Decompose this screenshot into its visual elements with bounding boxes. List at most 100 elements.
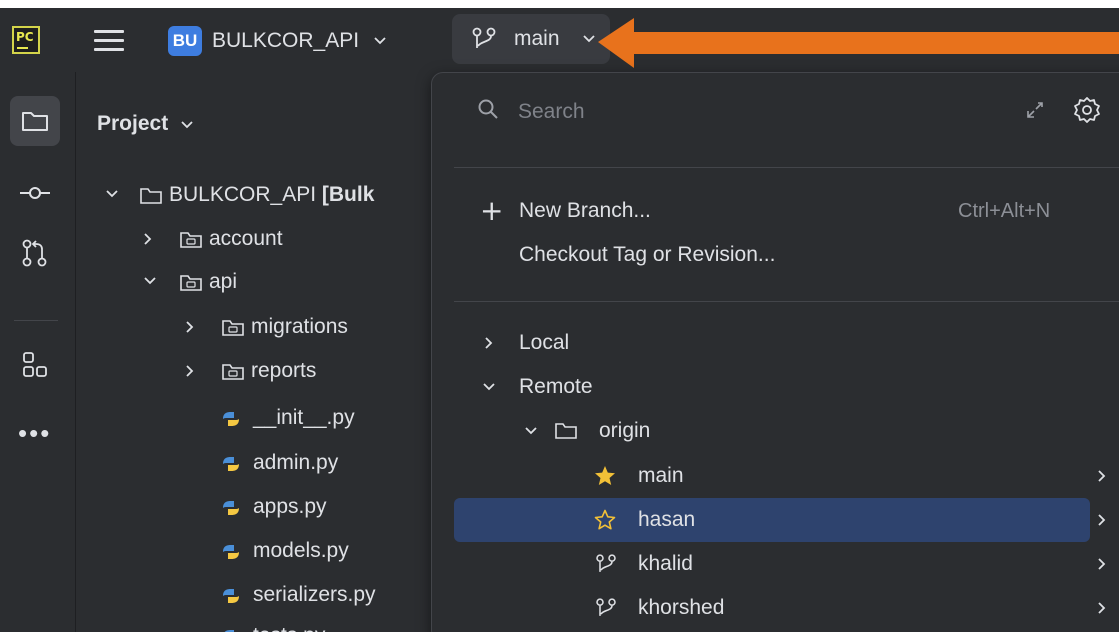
chevron-down-icon <box>181 121 193 129</box>
pull-requests-tool-button[interactable] <box>10 228 60 278</box>
folder-icon <box>22 112 48 131</box>
folder-icon <box>555 423 577 439</box>
python-file-icon <box>223 457 239 471</box>
tree-row-migrations[interactable]: migrations <box>185 312 445 342</box>
tree-row-file[interactable]: serializers.py <box>219 580 445 610</box>
commit-tool-button[interactable] <box>10 168 60 218</box>
pull-requests-icon <box>22 239 47 267</box>
tree-label: __init__.py <box>253 406 355 429</box>
tree-label: BULKCOR_API [Bulk <box>169 183 375 206</box>
branches-popup: + New Branch... Ctrl+Alt+N Checkout Tag … <box>431 72 1119 632</box>
current-branch-label: main <box>514 27 560 50</box>
chevron-down-icon <box>106 190 118 198</box>
origin-remote-node[interactable]: origin <box>432 411 1119 451</box>
structure-tool-button[interactable] <box>10 340 60 390</box>
tree-row-file[interactable]: apps.py <box>219 492 445 522</box>
tree-label: models.py <box>253 539 349 562</box>
star-filled-icon <box>595 466 615 485</box>
python-file-icon <box>223 501 239 515</box>
local-label: Local <box>519 331 570 354</box>
tree-label: serializers.py <box>253 583 376 606</box>
chevron-right-icon <box>1098 514 1106 526</box>
remote-label: Remote <box>519 375 593 398</box>
strip-divider <box>14 320 58 321</box>
tree-row-root[interactable]: BULKCOR_API [Bulk <box>105 180 445 210</box>
remote-branches-node[interactable]: Remote <box>432 367 1119 407</box>
search-bar <box>432 73 1119 153</box>
tree-row-file[interactable]: __init__.py <box>219 403 445 433</box>
checkout-tag-action[interactable]: Checkout Tag or Revision... <box>432 235 1119 275</box>
more-tools-icon[interactable]: ••• <box>18 420 51 446</box>
tree-row-file[interactable]: admin.py <box>219 448 445 478</box>
new-branch-shortcut: Ctrl+Alt+N <box>958 200 1051 222</box>
tree-row-file[interactable]: models.py <box>219 536 445 566</box>
tool-window-strip: ••• <box>0 72 76 632</box>
python-file-icon <box>224 630 234 632</box>
search-input[interactable] <box>518 95 918 129</box>
chevron-right-icon <box>1098 602 1106 614</box>
module-folder-icon <box>222 320 244 336</box>
tree-row-account[interactable]: account <box>143 224 443 254</box>
branch-row-main[interactable]: main <box>454 454 1106 498</box>
tree-label: tests.py <box>253 621 325 632</box>
chevron-right-icon <box>186 321 194 333</box>
structure-icon <box>23 352 47 377</box>
branch-name: main <box>638 464 684 487</box>
pycharm-logo[interactable]: PC <box>12 26 40 54</box>
popup-divider <box>454 301 1119 302</box>
new-branch-label: New Branch... <box>519 199 651 222</box>
star-outline-icon <box>594 509 616 530</box>
project-panel-header[interactable]: Project <box>97 112 194 136</box>
ide-window: PC BU BULKCOR_API main ••• Project BULKC… <box>0 8 1119 632</box>
branch-row-khalid[interactable]: khalid <box>454 542 1106 586</box>
tree-label: apps.py <box>253 495 327 518</box>
python-file-icon <box>223 589 239 603</box>
popup-divider <box>454 167 1119 168</box>
project-panel-title: Project <box>97 112 169 135</box>
tree-label: reports <box>251 359 317 382</box>
chevron-down-icon <box>144 277 156 285</box>
module-folder-icon <box>222 364 244 380</box>
chevron-down-icon <box>374 37 386 45</box>
tree-label: migrations <box>251 315 348 338</box>
python-file-icon <box>223 412 239 426</box>
module-folder-icon <box>180 275 202 291</box>
branch-name: khorshed <box>638 596 725 619</box>
project-badge[interactable]: BU <box>168 26 202 56</box>
tree-row-file[interactable]: tests.py <box>219 621 445 632</box>
chevron-down-icon <box>525 427 537 435</box>
project-name: BULKCOR_API <box>212 29 360 52</box>
tree-label: api <box>209 270 238 293</box>
gear-icon[interactable] <box>1072 95 1102 125</box>
chevron-right-icon <box>144 233 152 245</box>
folder-icon <box>140 188 162 204</box>
main-menu-icon[interactable] <box>94 28 126 54</box>
branch-row-khorshed[interactable]: khorshed <box>454 586 1106 630</box>
plus-icon: + <box>480 194 504 227</box>
project-panel: Project BULKCOR_API [Bulk account api mi… <box>77 72 437 632</box>
chevron-right-icon <box>1098 470 1106 482</box>
title-bar: PC BU BULKCOR_API main <box>0 8 1119 72</box>
branch-row-hasan[interactable]: hasan <box>454 498 1106 542</box>
project-widget[interactable]: BULKCOR_API <box>212 27 387 55</box>
chevron-right-icon <box>186 365 194 377</box>
branch-name: khalid <box>638 552 693 575</box>
local-branches-node[interactable]: Local <box>432 323 1119 363</box>
python-file-icon <box>223 545 239 559</box>
branch-icon <box>472 27 496 48</box>
branch-name: hasan <box>638 508 696 531</box>
search-icon <box>478 99 498 119</box>
chevron-down-icon <box>583 35 595 43</box>
pycharm-logo-text: PC <box>16 30 34 44</box>
new-branch-action[interactable]: + New Branch... Ctrl+Alt+N <box>432 191 1119 231</box>
module-folder-icon <box>180 232 202 248</box>
collapse-all-icon[interactable] <box>1024 99 1046 121</box>
chevron-right-icon <box>485 337 493 349</box>
chevron-down-icon <box>483 383 495 391</box>
branch-icon <box>596 554 616 572</box>
tree-row-api[interactable]: api <box>143 267 443 297</box>
tree-row-reports[interactable]: reports <box>185 356 445 386</box>
project-tool-button[interactable] <box>10 96 60 146</box>
branch-widget[interactable]: main <box>452 14 610 64</box>
annotation-arrow <box>598 18 1119 68</box>
